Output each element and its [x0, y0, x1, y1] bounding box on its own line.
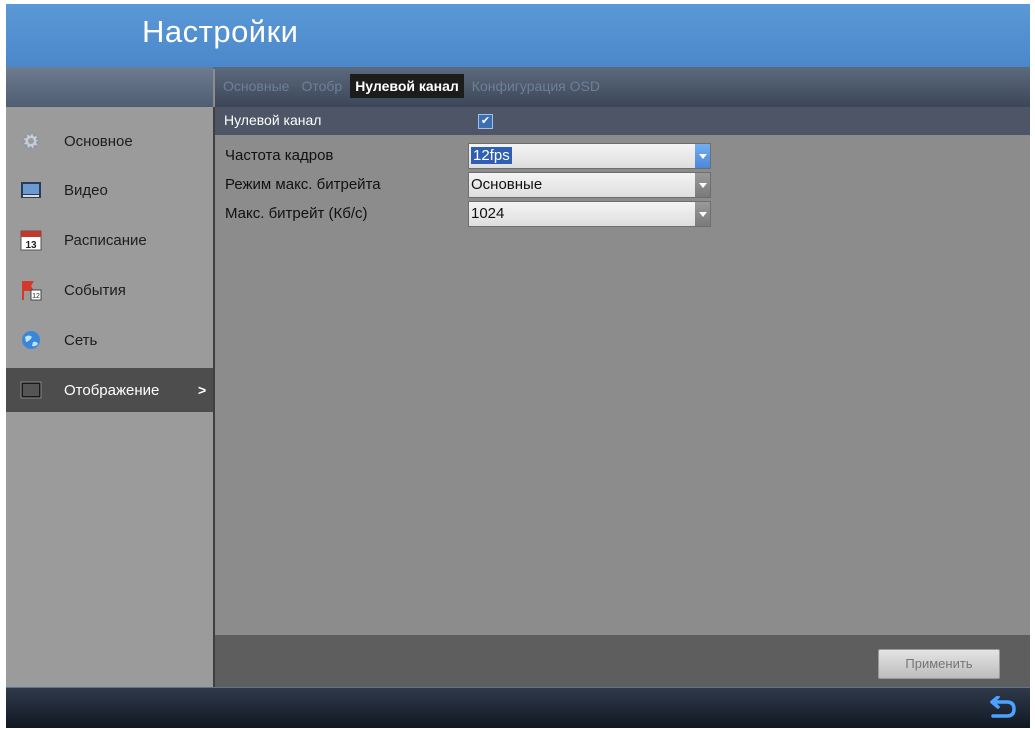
sidebar-item-label: Отображение	[64, 381, 160, 399]
status-bar	[6, 687, 1030, 728]
sidebar-item-label: Основное	[64, 132, 133, 150]
title-bar: Настройки	[6, 4, 1030, 69]
tab-bar: Основные Отобр Нулевой канал Конфигураци…	[215, 67, 1030, 107]
events-icon: 12	[20, 279, 42, 301]
sidebar-item-display[interactable]: Отображение >	[6, 368, 213, 412]
sidebar-item-label: Видео	[64, 181, 108, 199]
sidebar-item-network[interactable]: Сеть	[6, 318, 213, 362]
events-icon-day: 12	[32, 293, 40, 300]
frame-rate-value: 12fps	[471, 147, 512, 164]
sidebar-item-label: Расписание	[64, 231, 147, 249]
zero-channel-row: Нулевой канал ✔	[215, 107, 1030, 135]
network-globe-icon	[20, 329, 42, 351]
sidebar-header	[6, 67, 213, 107]
sidebar-item-schedule[interactable]: 13 Расписание	[6, 218, 213, 262]
zero-channel-checkbox[interactable]: ✔	[478, 114, 493, 129]
max-bitrate-select[interactable]: 1024	[468, 201, 711, 227]
bitrate-mode-label: Режим макс. битрейта	[225, 176, 381, 193]
zero-channel-label: Нулевой канал	[224, 112, 322, 128]
sidebar-item-label: Сеть	[64, 331, 98, 349]
apply-button[interactable]: Применить	[878, 649, 1000, 679]
calendar-icon: 13	[20, 229, 42, 251]
calendar-icon-day: 13	[25, 240, 37, 251]
sidebar-item-video[interactable]: Видео	[6, 168, 213, 212]
video-icon	[20, 179, 42, 201]
back-arrow-icon[interactable]	[987, 695, 1017, 722]
window-title: Настройки	[142, 14, 299, 49]
display-icon	[20, 379, 42, 401]
action-bar: Применить	[215, 635, 1030, 687]
bitrate-mode-select[interactable]: Основные	[468, 172, 711, 198]
settings-window: Настройки Основное Видео 13 Расписание 1…	[6, 4, 1030, 728]
tab-display[interactable]: Отобр	[297, 74, 346, 98]
frame-rate-label: Частота кадров	[225, 147, 334, 164]
max-bitrate-value: 1024	[471, 205, 505, 222]
gear-icon	[20, 130, 42, 152]
sidebar-item-label: События	[64, 281, 126, 299]
chevron-down-icon[interactable]	[695, 173, 710, 197]
tab-zero-channel[interactable]: Нулевой канал	[350, 74, 464, 98]
sidebar: Основное Видео 13 Расписание 12 События …	[6, 107, 215, 687]
max-bitrate-label: Макс. битрейт (Кб/с)	[225, 205, 368, 222]
sidebar-item-events[interactable]: 12 События	[6, 268, 213, 312]
frame-rate-select[interactable]: 12fps	[468, 143, 711, 169]
chevron-down-icon[interactable]	[695, 202, 710, 226]
tab-osd-config[interactable]: Конфигурация OSD	[468, 74, 604, 98]
sidebar-item-general[interactable]: Основное	[6, 119, 213, 163]
chevron-right-icon: >	[198, 382, 207, 398]
bitrate-mode-value: Основные	[471, 176, 543, 193]
chevron-down-icon[interactable]	[695, 144, 710, 168]
tab-general[interactable]: Основные	[219, 74, 293, 98]
